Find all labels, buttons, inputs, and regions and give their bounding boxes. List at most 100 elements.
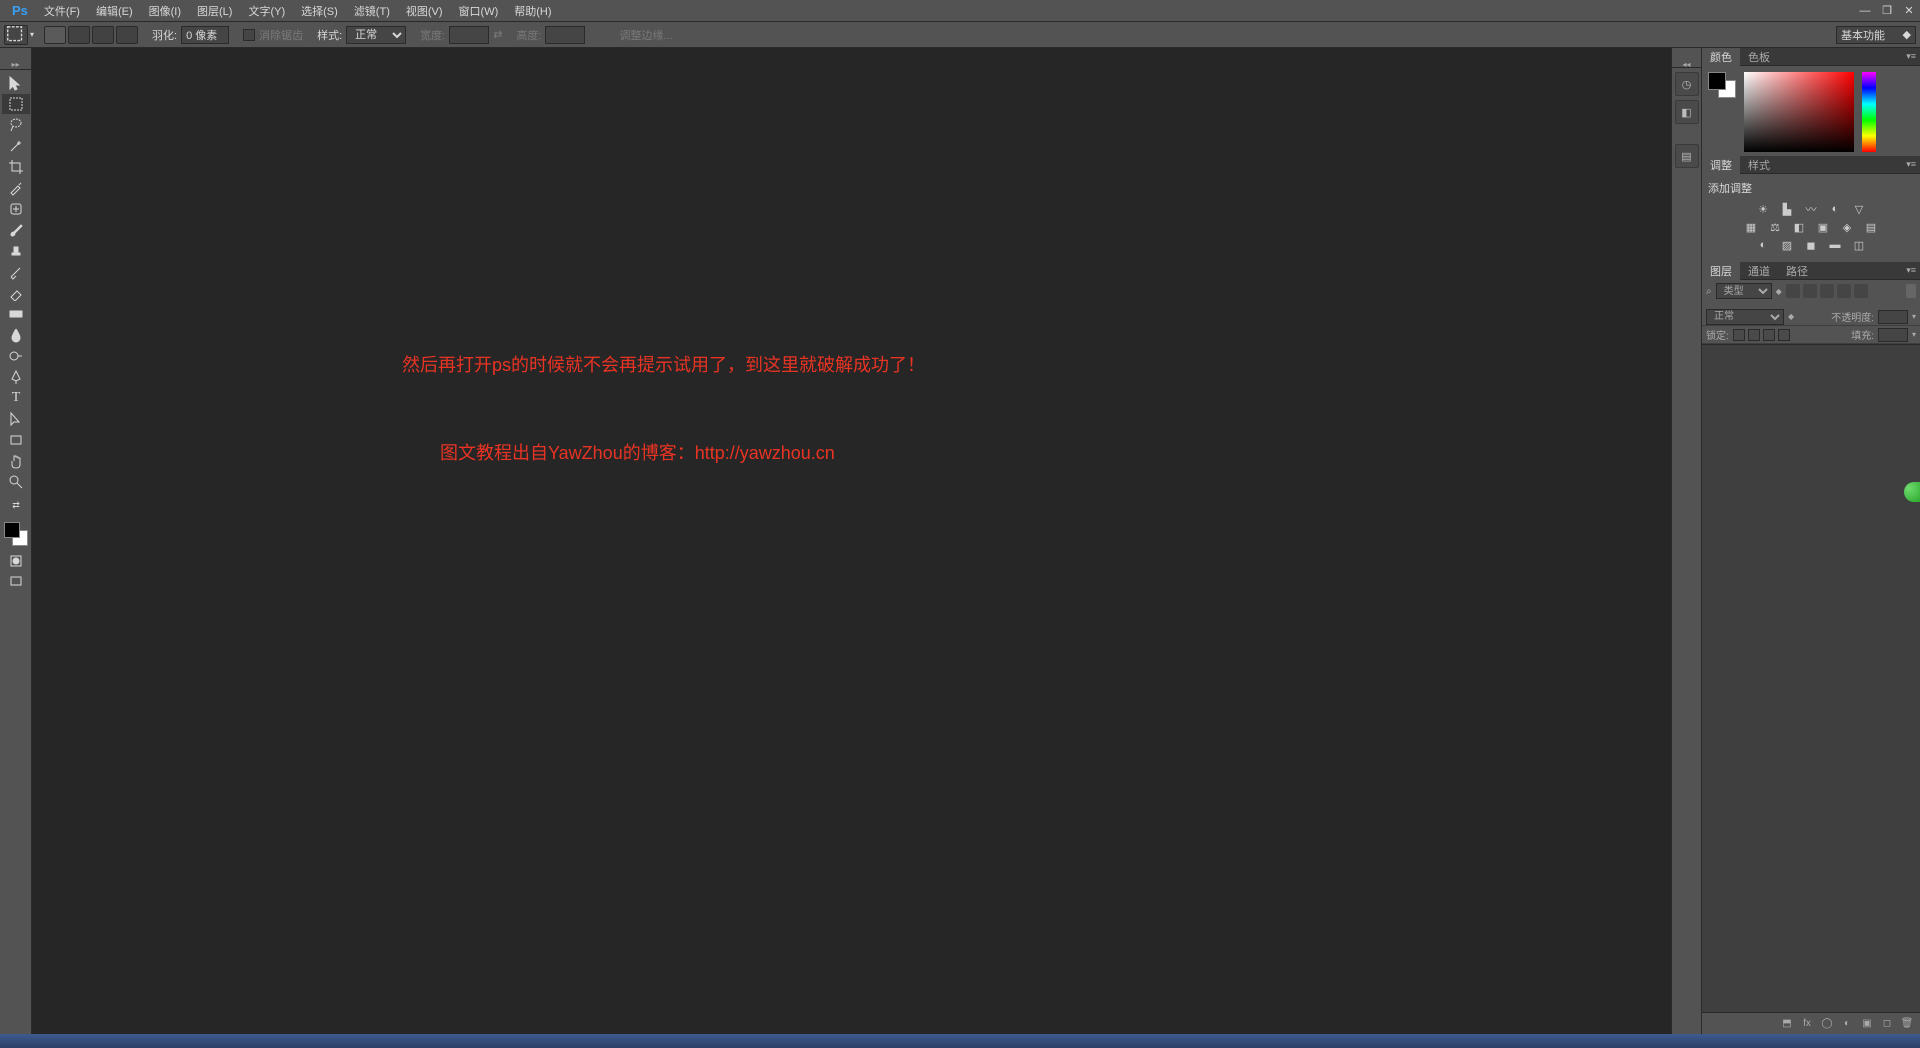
dock-expand-icon[interactable]: ◂◂ [1672,60,1701,68]
color-balance-icon[interactable]: ⚖ [1766,220,1784,234]
channel-mixer-icon[interactable]: ◈ [1838,220,1856,234]
zoom-tool[interactable] [2,472,30,492]
new-layer-icon[interactable]: ◻ [1880,1017,1894,1031]
posterize-icon[interactable]: ▨ [1778,238,1796,252]
quick-mask-tool[interactable] [2,551,30,571]
lasso-tool[interactable] [2,115,30,135]
selection-subtract-button[interactable] [92,26,114,44]
panel-menu-icon[interactable]: ▾≡ [1902,159,1920,170]
swap-colors-icon[interactable]: ⇄ [2,495,30,515]
layer-mask-icon[interactable]: ◯ [1820,1017,1834,1031]
paths-tab[interactable]: 路径 [1778,262,1816,280]
brightness-icon[interactable]: ☀ [1754,202,1772,216]
selection-new-button[interactable] [44,26,66,44]
mini-foreground[interactable] [1708,72,1726,90]
selection-add-button[interactable] [68,26,90,44]
blur-tool[interactable] [2,325,30,345]
menu-edit[interactable]: 编辑(E) [88,3,141,19]
lock-pixels-icon[interactable] [1748,329,1760,341]
lock-all-icon[interactable] [1778,329,1790,341]
blend-mode-select[interactable]: 正常 [1706,309,1784,325]
feather-input[interactable] [181,26,229,44]
menu-select[interactable]: 选择(S) [293,3,346,19]
history-brush-tool[interactable] [2,262,30,282]
tool-preset-dropdown-icon[interactable]: ▾ [30,30,34,39]
refine-edge-button[interactable]: 调整边缘... [619,27,672,43]
layers-tab[interactable]: 图层 [1702,262,1740,280]
foreground-color[interactable] [4,522,20,538]
filter-shape-icon[interactable] [1837,284,1851,298]
exposure-icon[interactable]: ◐ [1826,202,1844,216]
minimize-button[interactable]: — [1854,2,1876,20]
curves-icon[interactable]: 〰 [1802,202,1820,216]
properties-panel-icon[interactable]: ◧ [1675,100,1699,124]
type-tool[interactable]: T [2,388,30,408]
color-swatches[interactable] [4,522,28,546]
adjustments-tab[interactable]: 调整 [1702,156,1740,174]
screen-mode-tool[interactable] [2,572,30,592]
bw-icon[interactable]: ◧ [1790,220,1808,234]
opacity-input[interactable] [1878,310,1908,324]
maximize-button[interactable]: ❐ [1876,2,1898,20]
antialias-checkbox[interactable] [243,29,255,41]
current-tool-preset[interactable] [4,25,28,45]
menu-help[interactable]: 帮助(H) [506,3,559,19]
color-lookup-icon[interactable]: ▤ [1862,220,1880,234]
selective-color-icon[interactable]: ◫ [1850,238,1868,252]
menu-layer[interactable]: 图层(L) [189,3,240,19]
invert-icon[interactable]: ◐ [1754,238,1772,252]
rectangle-tool[interactable] [2,430,30,450]
style-select[interactable]: 正常 [346,26,406,44]
color-field[interactable] [1744,72,1854,152]
fill-input[interactable] [1878,328,1908,342]
panel-menu-icon[interactable]: ▾≡ [1902,51,1920,62]
library-panel-icon[interactable]: ▤ [1675,144,1699,168]
crop-tool[interactable] [2,157,30,177]
layer-filter-kind[interactable]: 类型 [1716,283,1772,299]
color-tab[interactable]: 颜色 [1702,48,1740,66]
toolbox-expand-icon[interactable]: ▸▸ [0,60,31,70]
lock-position-icon[interactable] [1763,329,1775,341]
eraser-tool[interactable] [2,283,30,303]
delete-layer-icon[interactable]: 🗑 [1900,1017,1914,1031]
lock-transparency-icon[interactable] [1733,329,1745,341]
menu-view[interactable]: 视图(V) [398,3,451,19]
filter-adjust-icon[interactable] [1803,284,1817,298]
hand-tool[interactable] [2,451,30,471]
threshold-icon[interactable]: ◼ [1802,238,1820,252]
styles-tab[interactable]: 样式 [1740,156,1778,174]
side-badge[interactable] [1904,482,1920,502]
healing-brush-tool[interactable] [2,199,30,219]
filter-smart-icon[interactable] [1854,284,1868,298]
pen-tool[interactable] [2,367,30,387]
clone-stamp-tool[interactable] [2,241,30,261]
brush-tool[interactable] [2,220,30,240]
link-layers-icon[interactable]: ⬒ [1780,1017,1794,1031]
layer-style-icon[interactable]: fx [1800,1017,1814,1031]
menu-type[interactable]: 文字(Y) [240,3,293,19]
dodge-tool[interactable] [2,346,30,366]
eyedropper-tool[interactable] [2,178,30,198]
gradient-map-icon[interactable]: ▬ [1826,238,1844,252]
menu-window[interactable]: 窗口(W) [451,3,507,19]
filter-toggle[interactable] [1906,284,1916,298]
workspace-selector[interactable]: 基本功能 ◆ [1836,26,1916,44]
group-icon[interactable]: ▣ [1860,1017,1874,1031]
adjustment-layer-icon[interactable]: ◐ [1840,1017,1854,1031]
panel-menu-icon[interactable]: ▾≡ [1902,265,1920,276]
close-button[interactable]: ✕ [1898,2,1920,20]
marquee-tool[interactable] [2,94,30,114]
swatches-tab[interactable]: 色板 [1740,48,1778,66]
hue-icon[interactable]: ▦ [1742,220,1760,234]
filter-type-icon[interactable] [1820,284,1834,298]
selection-intersect-button[interactable] [116,26,138,44]
magic-wand-tool[interactable] [2,136,30,156]
menu-image[interactable]: 图像(I) [141,3,189,19]
photo-filter-icon[interactable]: ▣ [1814,220,1832,234]
hue-slider[interactable] [1862,72,1876,152]
move-tool[interactable] [2,73,30,93]
vibrance-icon[interactable]: ▽ [1850,202,1868,216]
mini-color-swatches[interactable] [1708,72,1736,98]
path-selection-tool[interactable] [2,409,30,429]
history-panel-icon[interactable]: ◷ [1675,72,1699,96]
